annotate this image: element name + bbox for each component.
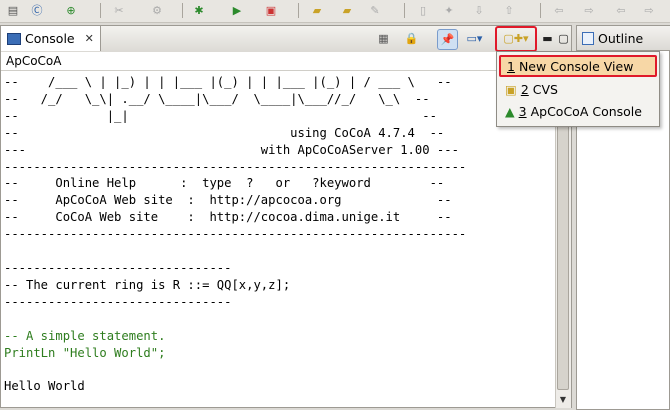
external-tools-icon[interactable]: ▣ [262, 1, 280, 19]
open-console-highlight [495, 26, 537, 52]
menu-item-number: 3 [518, 103, 527, 119]
toggle-icon[interactable]: ▯ [414, 1, 432, 19]
menu-item-cvs[interactable]: ▣ 2 CVS [499, 78, 657, 100]
prev-annotation-icon[interactable]: ⇧ [500, 1, 518, 19]
console-tabbar: Console ✕ ▦ 🔒 📌 ▭▾ ▢✚▾ ▬ ▢ [1, 26, 571, 53]
console-line: ----------------------------------------… [4, 159, 467, 174]
doc-icon[interactable]: ▤ [4, 1, 22, 19]
console-line: -- A simple statement. [4, 328, 166, 343]
open-console-menu: 1 New Console View ▣ 2 CVS ▲ 3 ApCoCoA C… [496, 51, 660, 127]
main-toolbar: ▤ Ⓒ ⊕ ✂ ⚙ ✱ ▶ ▣ ▰ ▰ ✎ ▯ ✦ ⇩ ⇧ ⇦ ⇨ ⇦ ⇨ [0, 0, 670, 23]
console-line: -- CoCoA Web site : http://cocoa.dima.un… [4, 210, 452, 225]
menu-item-label: CVS [532, 81, 558, 97]
console-line: Hello World [4, 379, 85, 394]
console-line: PrintLn "Hello World"; [4, 345, 166, 360]
tab-outline[interactable]: Outline [577, 26, 670, 51]
forward-icon[interactable]: ⇨ [580, 1, 598, 19]
console-line: -- The current ring is R ::= QQ[x,y,z]; [4, 277, 291, 292]
console-line: ----------------------------------------… [4, 227, 467, 242]
menu-item-new-console-view[interactable]: 1 New Console View [499, 55, 657, 77]
close-icon[interactable]: ✕ [85, 32, 94, 45]
console-line: --- with ApCoCoAServer 1.00 --- [4, 142, 459, 157]
open-icon[interactable]: ▰ [338, 1, 356, 19]
console-line: ------------------------------- [4, 294, 232, 309]
console-line: -- /_/ \_\| .__/ \____|\___/ \____|\___/… [4, 91, 430, 106]
console-name: ApCoCoA [6, 54, 62, 68]
tools-icon[interactable]: ✂ [110, 1, 128, 19]
menu-item-label: ApCoCoA Console [530, 103, 642, 119]
tab-outline-label: Outline [598, 30, 644, 46]
console-line: -- |_| -- [4, 108, 437, 123]
console-output[interactable]: -- /___ \ | |_) | | |___ |(_) | | |___ |… [4, 74, 554, 407]
console-icon [7, 32, 21, 45]
console-line: -- using CoCoA 4.7.4 -- [4, 125, 445, 140]
edit-icon[interactable]: ✎ [366, 1, 384, 19]
back-icon[interactable]: ⇦ [550, 1, 568, 19]
run-icon[interactable]: ▶ [228, 1, 246, 19]
gear-icon[interactable]: ⚙ [148, 1, 166, 19]
console-name-bar: ApCoCoA [1, 52, 571, 71]
console-line: -- ApCoCoA Web site : http://apcocoa.org… [4, 193, 452, 208]
debug-icon[interactable]: ✱ [190, 1, 208, 19]
new-icon[interactable]: ⊕ [62, 1, 80, 19]
folder-icon[interactable]: ▰ [308, 1, 326, 19]
nav-forward-icon[interactable]: ⇨ [640, 1, 658, 19]
cvs-icon: ▣ [505, 81, 517, 97]
menu-item-apcocoa-console[interactable]: ▲ 3 ApCoCoA Console [499, 100, 657, 122]
console-line: ------------------------------- [4, 260, 232, 275]
nav-icon[interactable]: ⇦ [612, 1, 630, 19]
tab-console[interactable]: Console ✕ [1, 26, 101, 51]
maximize-icon[interactable]: ▢ [554, 29, 573, 48]
scroll-down-icon[interactable]: ▼ [557, 393, 569, 406]
class-icon[interactable]: Ⓒ [28, 1, 46, 19]
apcocoa-icon: ▲ [505, 103, 515, 119]
tab-console-label: Console [25, 31, 75, 46]
display-console-icon[interactable]: ▭▾ [465, 29, 484, 48]
outline-icon [582, 31, 594, 45]
annotation-icon[interactable]: ✦ [440, 1, 458, 19]
console-view: Console ✕ ▦ 🔒 📌 ▭▾ ▢✚▾ ▬ ▢ ApCoCoA -- /_… [0, 25, 572, 408]
scroll-thumb[interactable] [557, 87, 569, 390]
menu-item-label: New Console View [518, 58, 634, 74]
clear-console-icon[interactable]: ▦ [374, 29, 393, 48]
pin-icon[interactable]: 📌 [437, 29, 458, 50]
console-line: -- /___ \ | |_) | | |___ |(_) | | |___ |… [4, 75, 452, 89]
scroll-lock-icon[interactable]: 🔒 [402, 29, 421, 48]
console-line: -- Online Help : type ? or ?keyword -- [4, 176, 445, 191]
menu-item-number: 2 [520, 81, 529, 97]
next-annotation-icon[interactable]: ⇩ [470, 1, 488, 19]
menu-item-number: 1 [507, 58, 515, 74]
